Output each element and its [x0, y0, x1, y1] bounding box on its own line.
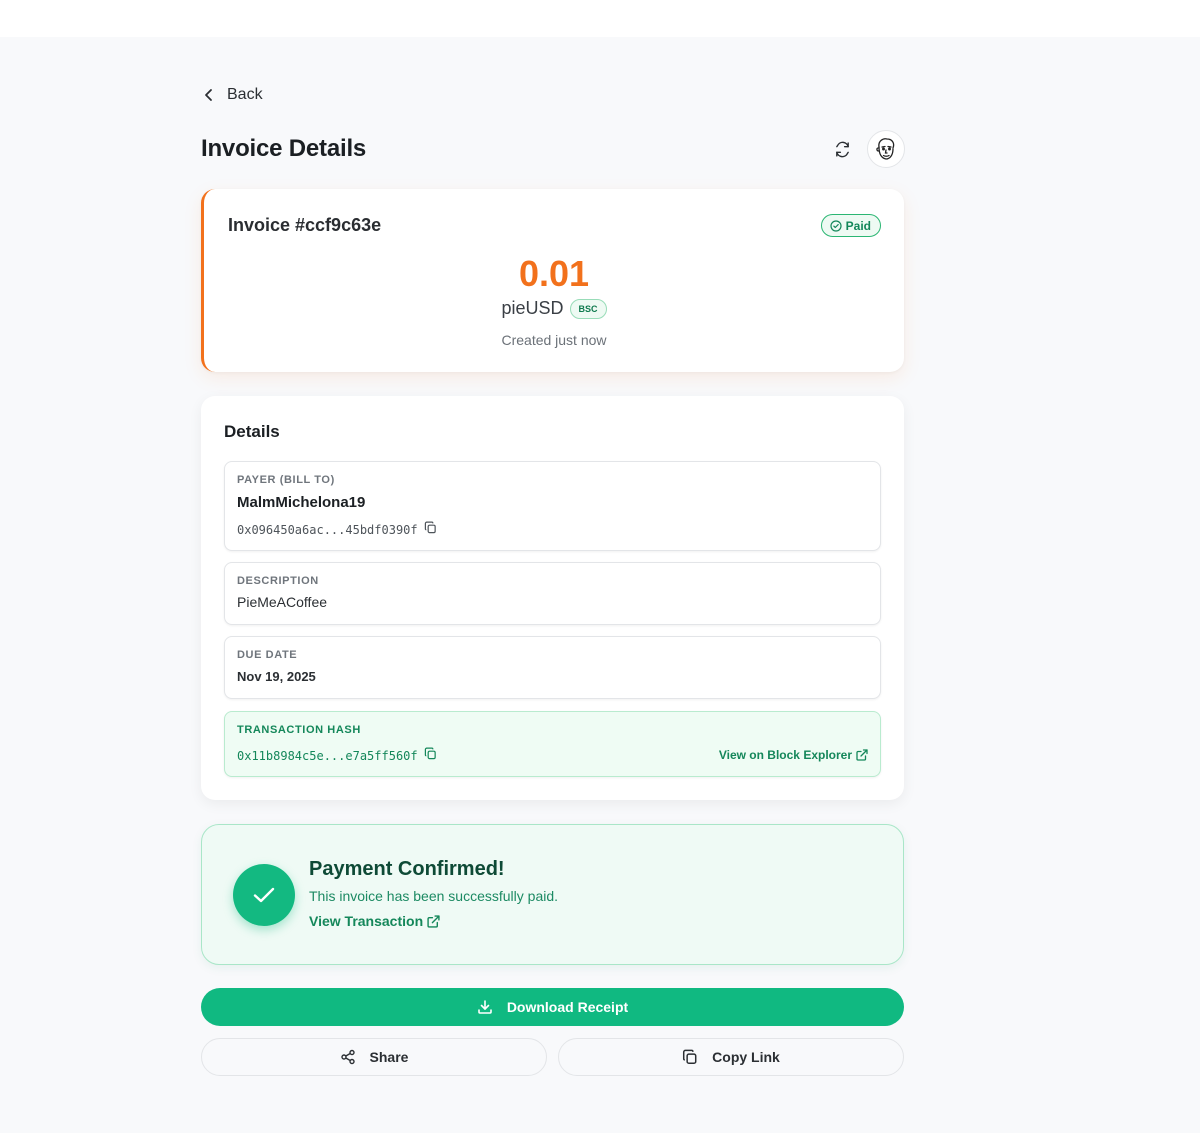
back-button[interactable]: Back [201, 81, 263, 109]
invoice-summary-card: Invoice #ccf9c63e Paid 0.01 pieUSD BSC C… [201, 189, 904, 372]
chain-badge: BSC [569, 298, 607, 319]
due-date-field: DUE DATE Nov 19, 2025 [224, 636, 881, 699]
refresh-icon [835, 141, 849, 157]
block-explorer-label: View on Block Explorer [718, 748, 852, 762]
payer-label: PAYER (BILL TO) [237, 474, 335, 486]
invoice-number: Invoice #ccf9c63e [228, 215, 382, 235]
description-field: DESCRIPTION PieMeACoffee [224, 562, 881, 625]
share-icon [340, 1049, 355, 1065]
external-link-icon [856, 749, 868, 761]
confirmation-title: Payment Confirmed! [309, 858, 505, 880]
transaction-hash: 0x11b8984c5e...e7a5ff560f [237, 749, 418, 763]
transaction-field: TRANSACTION HASH 0x11b8984c5e...e7a5ff56… [224, 711, 881, 777]
transaction-hash-row: 0x11b8984c5e...e7a5ff560f [237, 747, 437, 765]
chevron-left-icon [205, 89, 212, 101]
page-title: Invoice Details [201, 135, 367, 162]
confirmation-text: This invoice has been successfully paid. [309, 888, 559, 904]
copy-icon[interactable] [424, 747, 437, 765]
page-header: Invoice Details [201, 129, 905, 169]
view-transaction-link[interactable]: View Transaction [309, 913, 440, 929]
details-card: Details PAYER (BILL TO) MalmMichelona19 … [201, 396, 904, 800]
currency-row: pieUSD BSC [204, 298, 904, 319]
status-badge-label: Paid [845, 218, 871, 233]
external-link-icon [427, 914, 440, 928]
due-date-label: DUE DATE [237, 649, 298, 661]
due-date-value: Nov 19, 2025 [237, 669, 316, 684]
refresh-button[interactable] [831, 138, 853, 160]
payment-confirmed-card: Payment Confirmed! This invoice has been… [201, 824, 904, 965]
download-icon [478, 1000, 492, 1014]
transaction-label: TRANSACTION HASH [237, 724, 361, 736]
success-check-icon [233, 864, 295, 926]
status-badge: Paid [820, 214, 881, 237]
header-actions [831, 130, 905, 168]
avatar[interactable] [867, 130, 905, 168]
payer-address: 0x096450a6ac...45bdf0390f [237, 523, 418, 537]
payer-field: PAYER (BILL TO) MalmMichelona19 0x096450… [224, 461, 881, 551]
copy-icon[interactable] [424, 521, 437, 539]
currency-label: pieUSD [501, 298, 564, 318]
block-explorer-link[interactable]: View on Block Explorer [719, 748, 868, 762]
created-timestamp: Created just now [501, 332, 607, 348]
copy-link-button[interactable]: Copy Link [558, 1038, 904, 1076]
invoice-amount: 0.01 [518, 253, 590, 294]
avatar-face-icon [876, 138, 895, 160]
view-transaction-label: View Transaction [309, 913, 424, 929]
download-receipt-button[interactable]: Download Receipt [201, 988, 904, 1026]
description-label: DESCRIPTION [237, 575, 319, 587]
payer-name: MalmMichelona19 [237, 494, 366, 511]
back-label: Back [227, 86, 263, 103]
description-value: PieMeACoffee [237, 594, 328, 610]
share-button[interactable]: Share [201, 1038, 547, 1076]
copy-link-label: Copy Link [712, 1049, 780, 1065]
payer-address-row: 0x096450a6ac...45bdf0390f [237, 521, 437, 539]
check-circle-icon [830, 219, 842, 232]
copy-icon [683, 1049, 697, 1065]
details-title: Details [224, 422, 280, 441]
share-label: Share [369, 1049, 409, 1065]
download-receipt-label: Download Receipt [506, 999, 629, 1015]
